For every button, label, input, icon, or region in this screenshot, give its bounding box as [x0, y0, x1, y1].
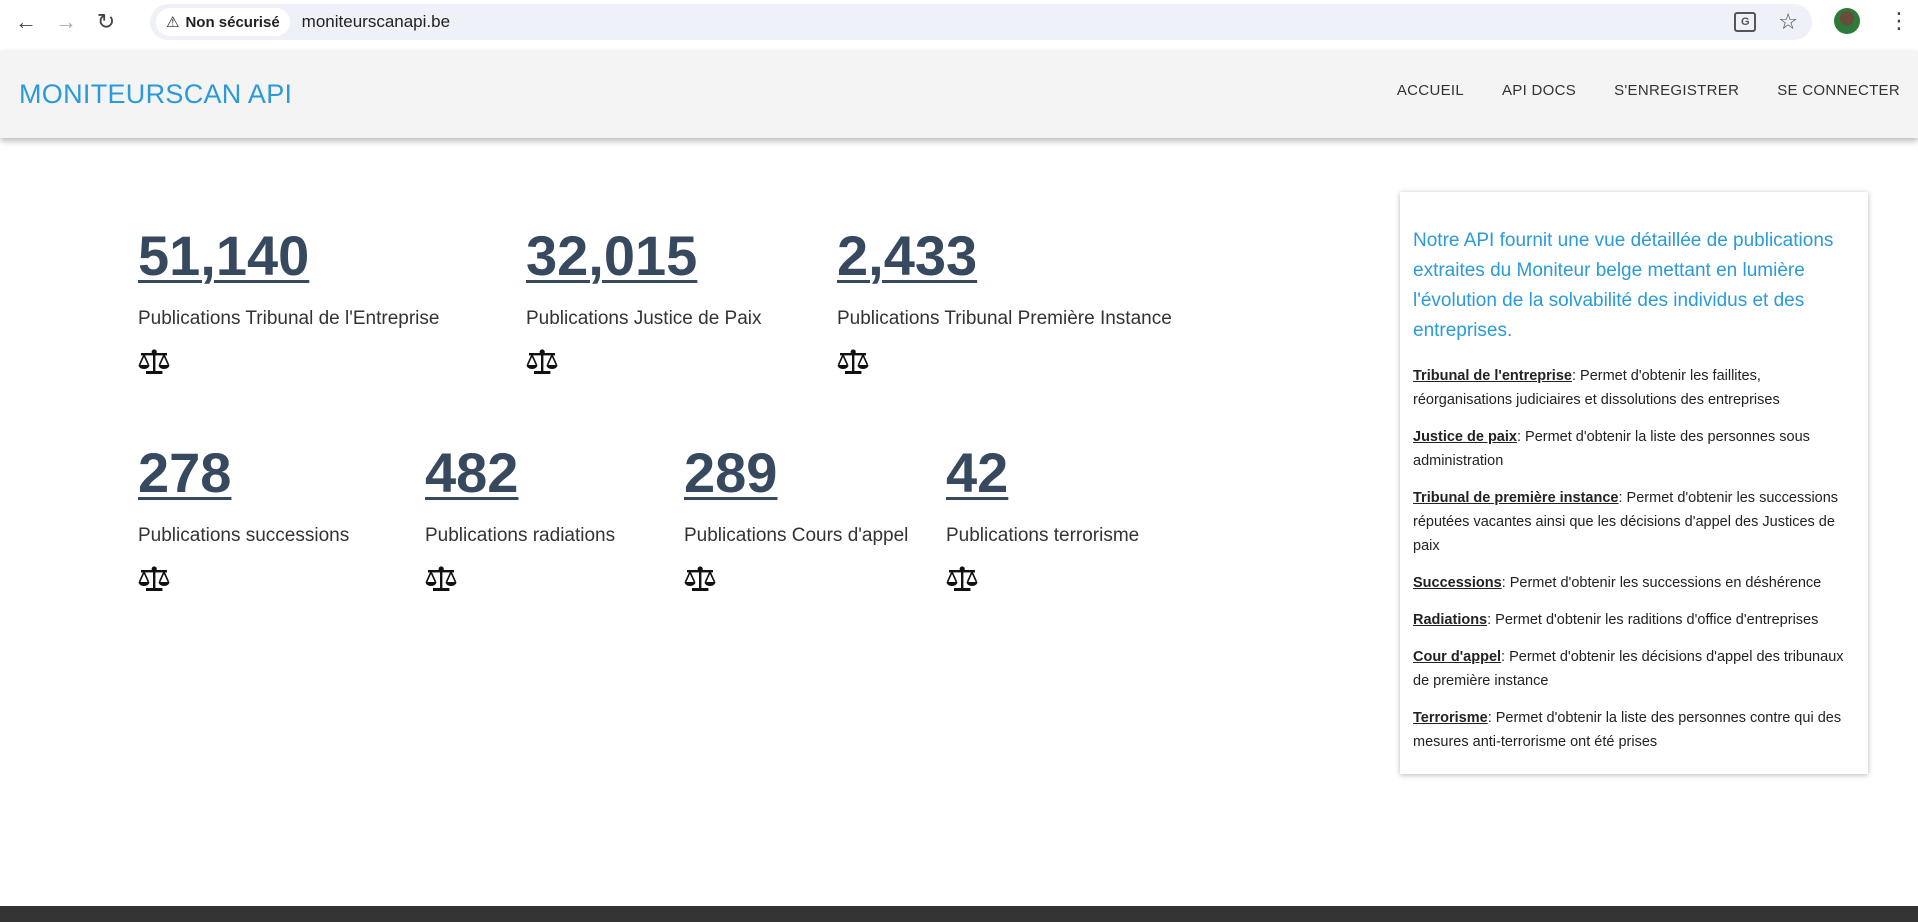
forward-arrow-icon[interactable]: →	[52, 8, 80, 36]
info-term: Tribunal de première instance	[1413, 490, 1619, 506]
app-header: MONITEURSCAN API ACCUEIL API DOCS S'ENRE…	[0, 51, 1918, 138]
balance-scale-icon	[837, 349, 869, 374]
balance-scale-icon	[138, 566, 170, 591]
info-card: Notre API fournit une vue détaillée de p…	[1400, 192, 1868, 774]
stat-number[interactable]: 2,433	[837, 224, 1172, 288]
stat-tribunal-premiere-instance: 2,433 Publications Tribunal Première Ins…	[837, 224, 1172, 376]
kebab-menu-icon[interactable]: ⋮	[1888, 8, 1910, 34]
balance-scale-icon	[138, 349, 170, 374]
stat-radiations: 482 Publications radiations	[425, 441, 615, 593]
back-arrow-icon[interactable]: ←	[12, 8, 40, 36]
stat-successions: 278 Publications successions	[138, 441, 349, 593]
stat-number[interactable]: 289	[684, 441, 908, 505]
info-term: Terrorisme	[1413, 710, 1488, 726]
stat-label: Publications Justice de Paix	[526, 308, 762, 329]
stat-number[interactable]: 51,140	[138, 224, 439, 288]
stat-terrorisme: 42 Publications terrorisme	[946, 441, 1139, 593]
footer-bar	[0, 906, 1918, 922]
info-item-tribunal-premiere-instance: Tribunal de première instance: Permet d'…	[1413, 486, 1855, 558]
info-item-justice-paix: Justice de paix: Permet d'obtenir la lis…	[1413, 425, 1855, 473]
stat-label: Publications Cours d'appel	[684, 525, 909, 546]
balance-scale-icon	[946, 566, 978, 591]
nav-login[interactable]: SE CONNECTER	[1777, 82, 1900, 99]
stat-label: Publications Tribunal de l'Entreprise	[138, 308, 440, 329]
star-icon[interactable]: ☆	[1778, 9, 1798, 35]
stat-number[interactable]: 32,015	[526, 224, 762, 288]
info-term: Successions	[1413, 575, 1502, 591]
nav-accueil[interactable]: ACCUEIL	[1397, 82, 1464, 99]
translate-icon[interactable]: G	[1734, 12, 1757, 32]
stat-label: Publications radiations	[425, 525, 616, 546]
info-intro: Notre API fournit une vue détaillée de p…	[1413, 230, 1834, 341]
stat-label: Publications Tribunal Première Instance	[837, 308, 1172, 329]
stat-cours-appel: 289 Publications Cours d'appel	[684, 441, 908, 593]
stat-label: Publications successions	[138, 525, 350, 546]
warning-triangle-icon: ⚠	[166, 14, 180, 31]
stat-justice-paix: 32,015 Publications Justice de Paix	[526, 224, 762, 376]
brand-logo-text[interactable]: MONITEURSCAN API	[19, 79, 292, 110]
info-text: : Permet d'obtenir les raditions d'offic…	[1487, 612, 1819, 628]
stat-number[interactable]: 482	[425, 441, 615, 505]
info-item-successions: Successions: Permet d'obtenir les succes…	[1413, 571, 1855, 595]
info-term: Cour d'appel	[1413, 649, 1502, 665]
stat-number[interactable]: 42	[946, 441, 1139, 505]
profile-avatar[interactable]	[1834, 8, 1860, 34]
nav-register[interactable]: S'ENREGISTRER	[1614, 82, 1739, 99]
security-label: Non sécurisé	[185, 13, 280, 31]
main-nav: ACCUEIL API DOCS S'ENREGISTRER SE CONNEC…	[1397, 82, 1900, 99]
info-item-tribunal-entreprise: Tribunal de l'entreprise: Permet d'obten…	[1413, 364, 1855, 412]
address-bar[interactable]: ⚠ Non sécurisé moniteurscanapi.be G ☆	[150, 4, 1812, 40]
info-item-radiations: Radiations: Permet d'obtenir les raditio…	[1413, 608, 1855, 632]
info-item-terrorisme: Terrorisme: Permet d'obtenir la liste de…	[1413, 706, 1855, 754]
balance-scale-icon	[526, 349, 558, 374]
balance-scale-icon	[684, 566, 716, 591]
stat-tribunal-entreprise: 51,140 Publications Tribunal de l'Entrep…	[138, 224, 439, 376]
stat-label: Publications terrorisme	[946, 525, 1140, 546]
info-term: Tribunal de l'entreprise	[1413, 368, 1572, 384]
browser-toolbar: ← → ↻ ⚠ Non sécurisé moniteurscanapi.be …	[0, 0, 1918, 43]
reload-icon[interactable]: ↻	[92, 8, 120, 36]
url-text[interactable]: moniteurscanapi.be	[302, 12, 450, 32]
info-term: Radiations	[1413, 612, 1488, 628]
info-text: : Permet d'obtenir les successions en dé…	[1501, 575, 1822, 591]
nav-api-docs[interactable]: API DOCS	[1502, 82, 1576, 99]
security-chip[interactable]: ⚠ Non sécurisé	[156, 8, 290, 36]
info-item-cour-appel: Cour d'appel: Permet d'obtenir les décis…	[1413, 645, 1855, 693]
stat-number[interactable]: 278	[138, 441, 349, 505]
balance-scale-icon	[425, 566, 457, 591]
info-term: Justice de paix	[1413, 429, 1517, 445]
